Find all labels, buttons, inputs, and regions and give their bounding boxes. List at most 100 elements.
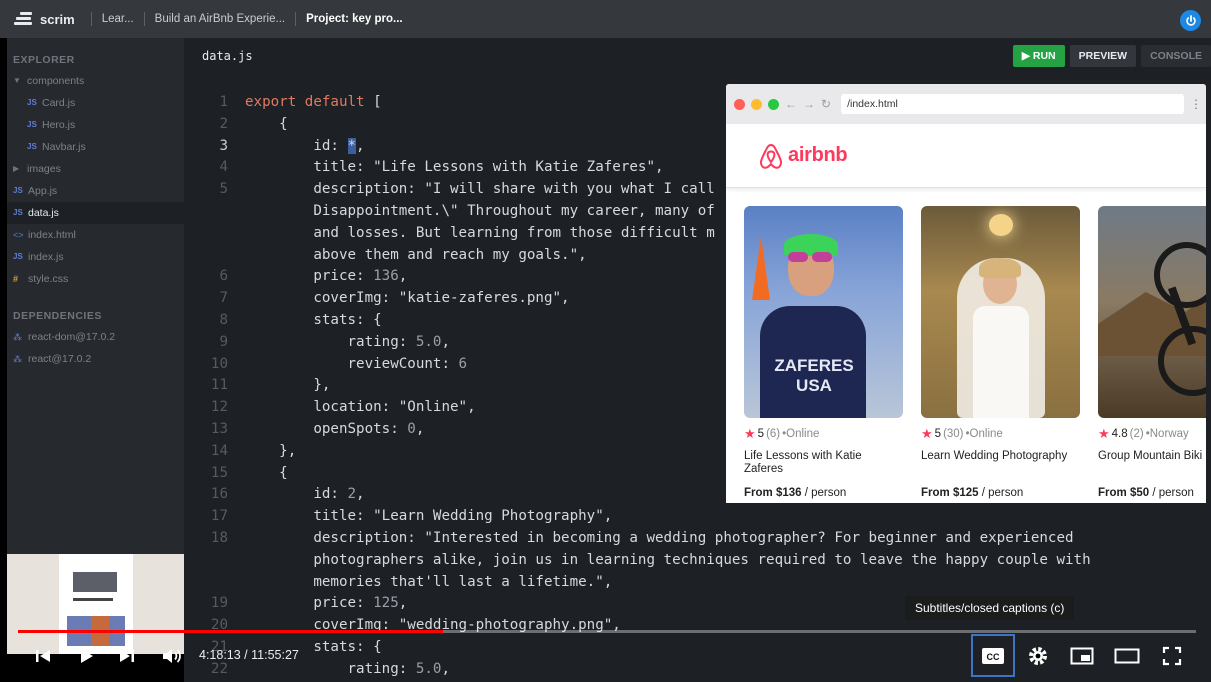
- card-stats: ★ 4.8 (2) •Norway: [1098, 426, 1189, 441]
- card-image: [1098, 206, 1206, 418]
- line-number: 1: [219, 94, 228, 110]
- reload-icon[interactable]: ↻: [821, 97, 831, 111]
- line-number: [184, 201, 228, 223]
- explorer-heading: EXPLORER: [13, 54, 75, 66]
- code-text: Disappointment.\" Throughout my career, …: [245, 202, 715, 219]
- theater-mode-icon[interactable]: [1110, 641, 1144, 671]
- run-button[interactable]: ▶ RUN: [1012, 45, 1065, 67]
- file-item[interactable]: JS index.js: [7, 246, 184, 268]
- file-item[interactable]: JS App.js: [7, 180, 184, 202]
- line-number: 2: [219, 115, 228, 132]
- scrim-logo[interactable]: scrim: [14, 11, 75, 27]
- code-text: coverImg: "katie-zaferes.png",: [245, 290, 570, 307]
- line-number: 5: [219, 181, 228, 198]
- line-number: 13: [210, 420, 228, 437]
- line-number: [184, 223, 228, 245]
- code-text: },: [245, 442, 297, 459]
- file-item[interactable]: # style.css: [7, 268, 184, 290]
- file-tab[interactable]: data.js: [202, 49, 253, 63]
- star-icon: ★: [921, 426, 933, 441]
- miniplayer-icon[interactable]: [1065, 641, 1099, 671]
- maximize-dot-icon[interactable]: [768, 98, 779, 110]
- js-file-icon: JS: [27, 142, 37, 151]
- airbnb-brand: airbnb: [788, 144, 848, 166]
- file-label: index.html: [28, 229, 76, 241]
- code-text: reviewCount: 6: [245, 355, 468, 372]
- line-number: 11: [210, 377, 228, 394]
- breadcrumb-course[interactable]: Lear...: [92, 13, 144, 25]
- more-menu-icon[interactable]: ⋮: [1190, 97, 1202, 111]
- code-text: rating: 5.0,: [245, 333, 451, 350]
- card-image: [921, 206, 1080, 418]
- experience-card[interactable]: ★ 4.8 (2) •Norway Group Mountain Biki From …: [1098, 206, 1206, 499]
- breadcrumb-section[interactable]: Build an AirBnb Experie...: [145, 13, 295, 25]
- code-text: price: 136,: [245, 268, 408, 285]
- forward-icon[interactable]: →: [803, 97, 815, 111]
- dependency-item[interactable]: ⁂ react@17.0.2: [7, 348, 184, 370]
- code-text: {: [245, 464, 288, 481]
- line-number: 15: [210, 464, 228, 481]
- breadcrumb-lesson[interactable]: Project: key pro...: [296, 13, 413, 25]
- experience-cards: ZAFERES USA ★ 5 (6) •Online Life Lessons wit…: [744, 206, 1206, 499]
- card-price: From $50 / person: [1098, 487, 1194, 499]
- next-icon[interactable]: [110, 641, 144, 671]
- file-item[interactable]: JS Navbar.js: [7, 136, 184, 158]
- back-icon[interactable]: ←: [785, 97, 797, 111]
- js-file-icon: JS: [13, 208, 23, 217]
- file-item[interactable]: ▶ images: [7, 158, 184, 180]
- line-number: 19: [210, 595, 228, 612]
- star-icon: ★: [1098, 426, 1110, 441]
- line-number: 7: [219, 290, 228, 307]
- card-title: Life Lessons with Katie Zaferes: [744, 450, 862, 475]
- code-line: memories that'll last a lifetime.",: [184, 572, 1091, 594]
- svg-text:CC: CC: [987, 652, 1000, 662]
- code-text: above them and reach my goals.",: [245, 246, 587, 263]
- card-stats: ★ 5 (6) •Online: [744, 426, 820, 441]
- package-icon: ⁂: [13, 332, 22, 342]
- play-icon[interactable]: [69, 641, 103, 671]
- settings-gear-icon[interactable]: [1021, 641, 1055, 671]
- js-file-icon: JS: [27, 98, 37, 107]
- power-icon[interactable]: [1180, 10, 1201, 31]
- code-text: description: "I will share with you what…: [245, 181, 715, 198]
- js-file-icon: JS: [27, 120, 37, 129]
- code-text: price: 125,: [245, 595, 408, 612]
- code-text: description: "Interested in becoming a w…: [245, 529, 1074, 546]
- file-item[interactable]: ▼ components: [7, 70, 184, 92]
- file-item[interactable]: JS Card.js: [7, 92, 184, 114]
- folder-collapsed-icon: ▶: [13, 164, 20, 173]
- console-button[interactable]: CONSOLE: [1141, 45, 1211, 67]
- code-text: id: *,: [245, 137, 365, 154]
- volume-icon[interactable]: [155, 641, 189, 671]
- time-display: 4:18:13 / 11:55:27: [199, 648, 299, 662]
- top-bar: scrim Lear... Build an AirBnb Experie...…: [0, 0, 1211, 38]
- experience-card[interactable]: ZAFERES USA ★ 5 (6) •Online Life Lessons wit…: [744, 206, 903, 499]
- previous-icon[interactable]: [26, 641, 60, 671]
- line-number: 14: [210, 442, 228, 459]
- file-label: images: [27, 163, 61, 175]
- line-number: 9: [219, 333, 228, 350]
- close-dot-icon[interactable]: [734, 98, 745, 110]
- card-image: ZAFERES USA: [744, 206, 903, 418]
- code-line: 17 title: "Learn Wedding Photography",: [184, 506, 1091, 528]
- line-number: [184, 572, 228, 594]
- browser-preview: ← → ↻ /index.html ⋮ airbnb ZAFERES USA ★ 5…: [726, 84, 1206, 503]
- code-text: stats: {: [245, 311, 382, 328]
- card-title: Learn Wedding Photography: [921, 450, 1068, 462]
- minimize-dot-icon[interactable]: [751, 98, 762, 110]
- address-bar[interactable]: /index.html: [841, 94, 1184, 114]
- file-item[interactable]: JS data.js: [7, 202, 184, 224]
- file-label: style.css: [28, 273, 69, 285]
- line-number: 16: [210, 486, 228, 503]
- file-label: Navbar.js: [42, 141, 86, 153]
- file-item[interactable]: JS Hero.js: [7, 114, 184, 136]
- captions-icon[interactable]: CC: [971, 634, 1015, 677]
- fullscreen-icon[interactable]: [1155, 641, 1189, 671]
- html-file-icon: <>: [13, 230, 24, 240]
- dependency-item[interactable]: ⁂ react-dom@17.0.2: [7, 326, 184, 348]
- experience-card[interactable]: ★ 5 (30) •Online Learn Wedding Photography …: [921, 206, 1080, 499]
- file-item[interactable]: <> index.html: [7, 224, 184, 246]
- card-title: Group Mountain Biki: [1098, 450, 1203, 462]
- preview-button[interactable]: PREVIEW: [1069, 45, 1137, 67]
- code-text: title: "Learn Wedding Photography",: [245, 508, 613, 525]
